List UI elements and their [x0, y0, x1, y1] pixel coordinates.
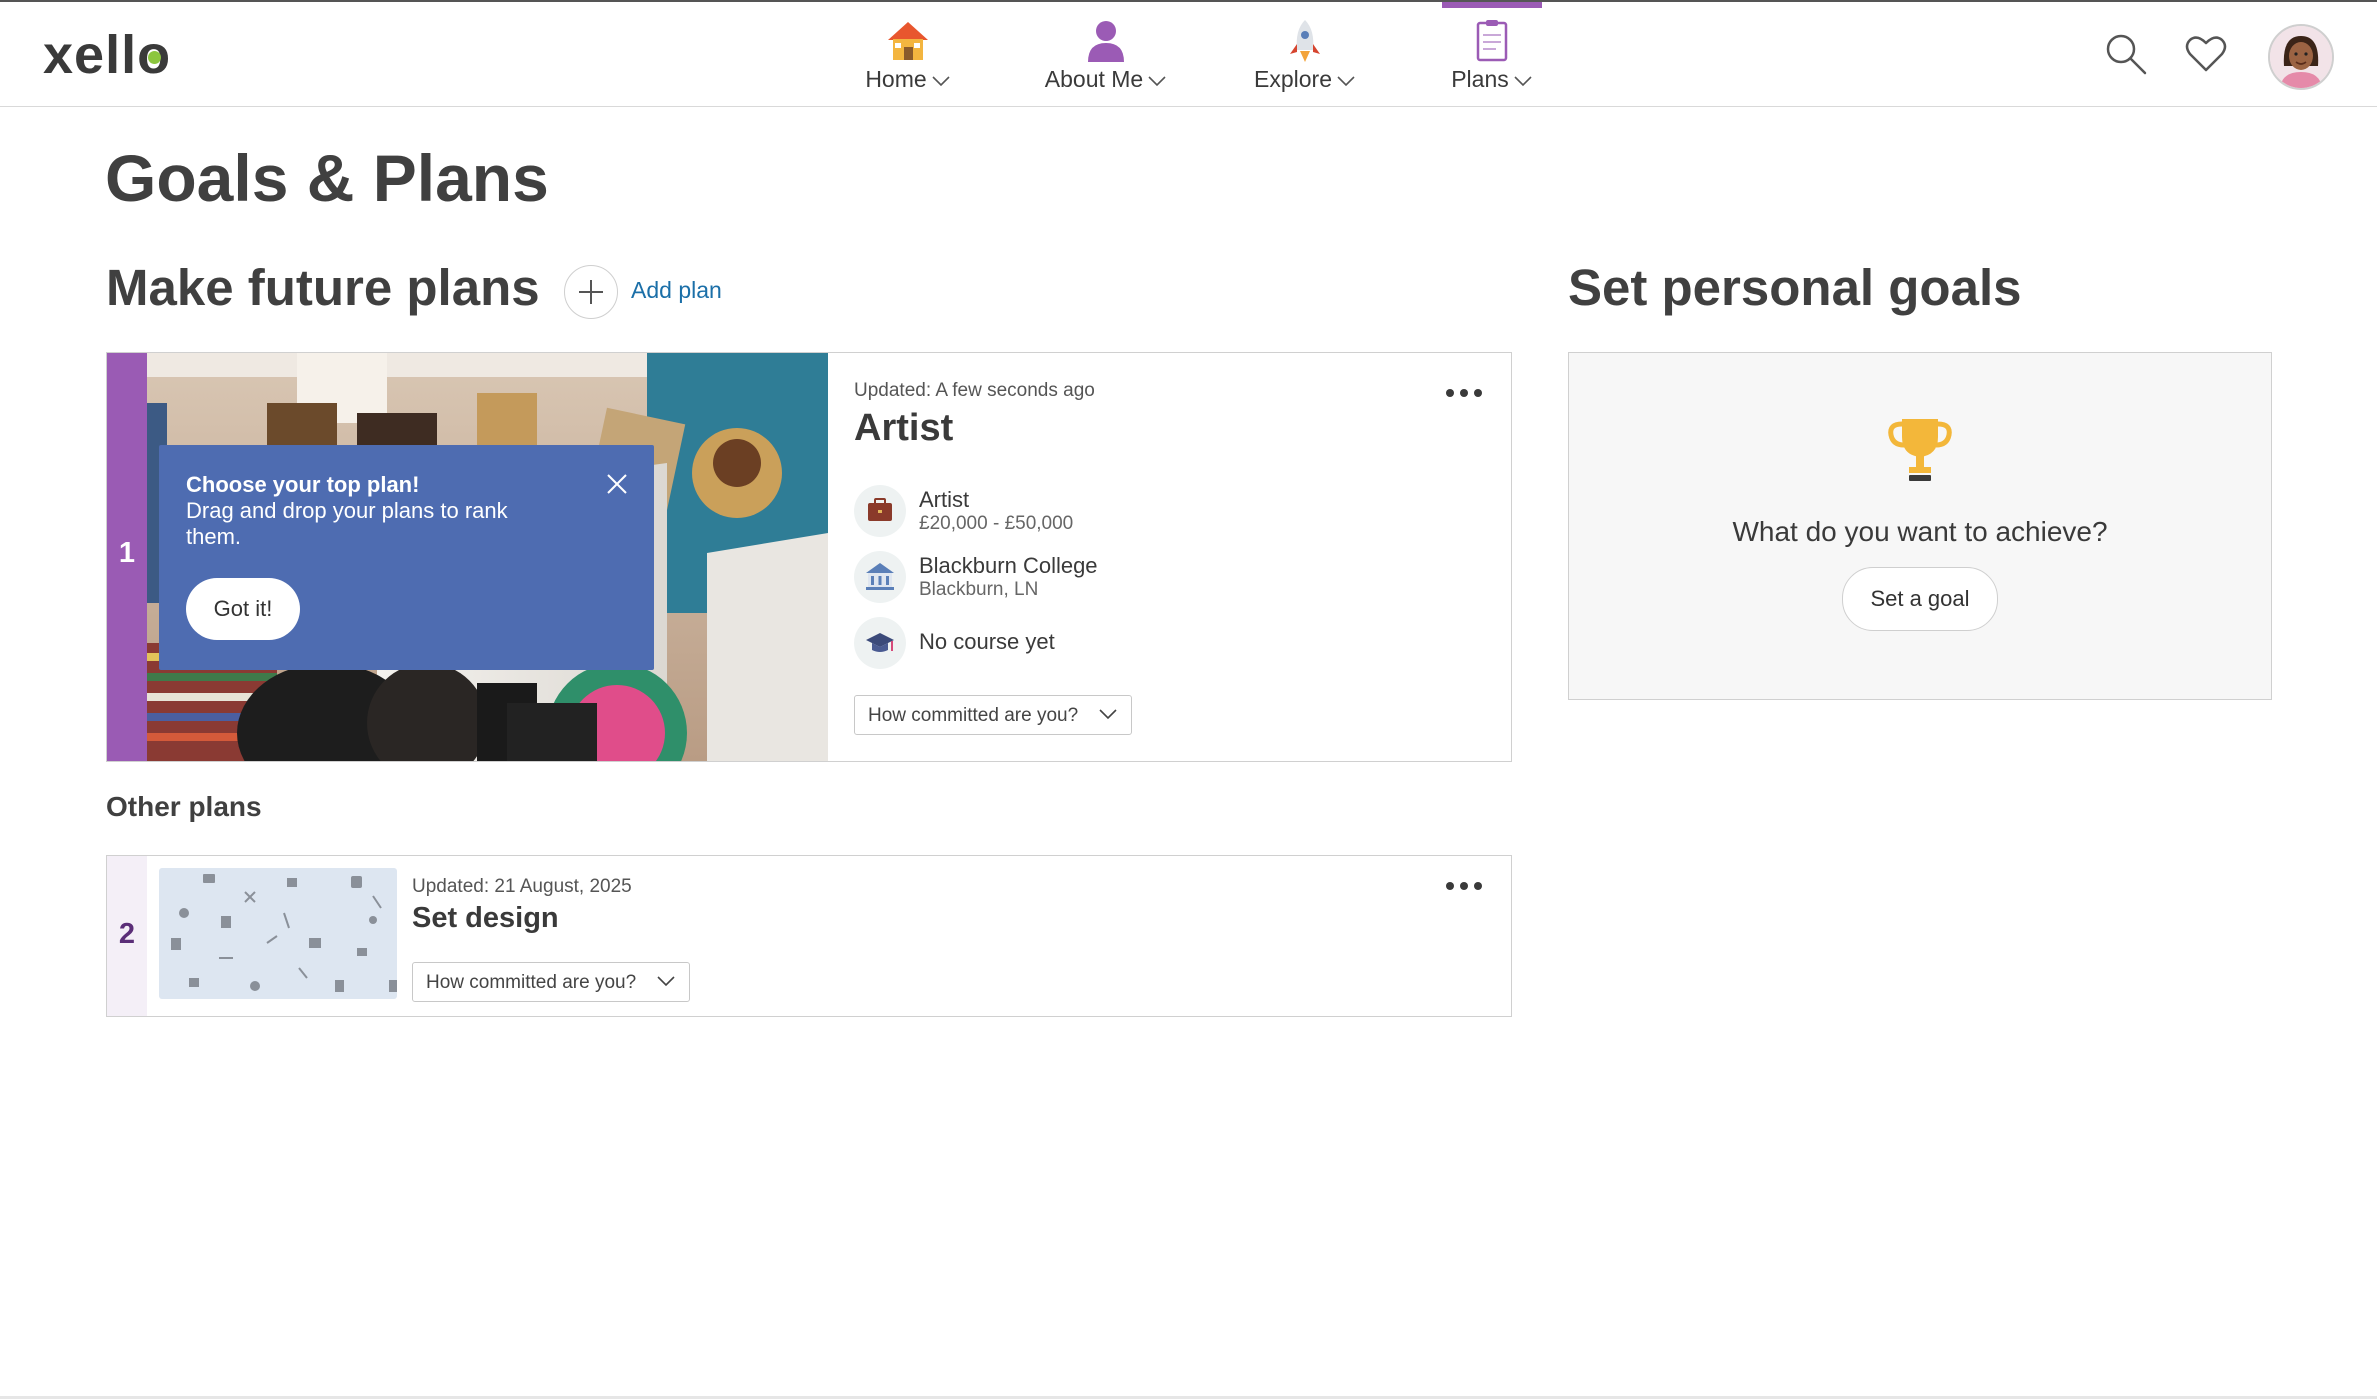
graduation-cap-icon	[866, 633, 894, 652]
career-pattern-image	[171, 874, 397, 992]
trophy-icon	[1888, 419, 1952, 481]
rank-handle[interactable]: 1	[107, 353, 147, 761]
school-name: Blackburn College	[919, 553, 1098, 578]
goal-prompt: What do you want to achieve?	[1732, 516, 2108, 547]
commitment-placeholder: How committed are you?	[868, 705, 1079, 726]
set-goal-button[interactable]: Set a goal	[1842, 567, 1998, 631]
plan-rank: 1	[118, 537, 136, 569]
tooltip-body: Drag and drop your plans to rank them.	[186, 498, 508, 549]
top-navigation-bar: xello Home About Me Explore Plans	[0, 2, 2377, 107]
commitment-dropdown[interactable]: How committed are you?	[854, 695, 1132, 735]
close-icon[interactable]	[602, 469, 632, 499]
add-plan-button[interactable]	[564, 265, 618, 319]
commitment-dropdown[interactable]: How committed are you?	[412, 962, 690, 1002]
user-avatar[interactable]	[2268, 24, 2334, 90]
plan-title: Set design	[412, 902, 559, 934]
house-icon	[888, 22, 928, 60]
chevron-down-icon	[657, 976, 675, 987]
xello-logo[interactable]: xello	[43, 24, 171, 86]
nav-explore[interactable]: Explore	[1250, 2, 1360, 106]
commitment-placeholder: How committed are you?	[426, 972, 637, 993]
other-plans-heading: Other plans	[106, 791, 262, 822]
school-location: Blackburn, LN	[919, 579, 1039, 600]
plan-thumbnail	[159, 868, 397, 999]
career-salary: £20,000 - £50,000	[919, 513, 1074, 534]
chevron-down-icon	[1148, 76, 1166, 87]
chevron-down-icon	[932, 76, 950, 87]
plan-card[interactable]: 2 Updated: 21 August, 2025 Set design Ho…	[106, 855, 1512, 1017]
more-options-button[interactable]	[1439, 871, 1489, 901]
college-icon	[866, 563, 894, 590]
nav-plans-label: Plans	[1451, 66, 1509, 92]
person-icon	[1088, 21, 1124, 62]
avatar-portrait-icon	[2270, 26, 2332, 88]
page-title: Goals & Plans	[105, 141, 549, 215]
add-plan-link[interactable]: Add plan	[631, 277, 722, 304]
career-name: Artist	[919, 487, 970, 512]
goals-section-heading: Set personal goals	[1568, 259, 2022, 316]
plan-rank: 2	[118, 918, 136, 950]
nav-about-me[interactable]: About Me	[1040, 2, 1172, 106]
rank-handle[interactable]: 2	[107, 856, 147, 1016]
top-plan-tooltip: Choose your top plan! Drag and drop your…	[159, 445, 654, 670]
chevron-down-icon	[1337, 76, 1355, 87]
plan-title: Artist	[854, 407, 954, 449]
nav-explore-label: Explore	[1254, 66, 1332, 92]
nav-home-label: Home	[865, 66, 927, 92]
more-options-button[interactable]	[1439, 378, 1489, 408]
nav-about-me-label: About Me	[1044, 66, 1144, 92]
chevron-down-icon	[1514, 76, 1532, 87]
goals-card: What do you want to achieve? Set a goal	[1568, 352, 2272, 700]
plan-updated-time: Updated: A few seconds ago	[854, 380, 1095, 401]
briefcase-icon	[868, 498, 892, 521]
clipboard-icon	[1476, 20, 1508, 62]
plus-icon	[579, 280, 603, 304]
tooltip-title: Choose your top plan!	[186, 472, 420, 497]
plans-section-heading: Make future plans	[106, 259, 540, 316]
search-icon[interactable]	[2104, 32, 2148, 76]
plan-updated-time: Updated: 21 August, 2025	[412, 876, 632, 897]
chevron-down-icon	[1099, 709, 1117, 720]
rocket-icon	[1290, 20, 1320, 62]
nav-plans[interactable]: Plans	[1442, 2, 1542, 106]
heart-icon[interactable]	[2184, 32, 2228, 76]
course-name: No course yet	[919, 629, 1055, 654]
nav-home[interactable]: Home	[858, 2, 958, 106]
got-it-button[interactable]: Got it!	[186, 578, 300, 640]
